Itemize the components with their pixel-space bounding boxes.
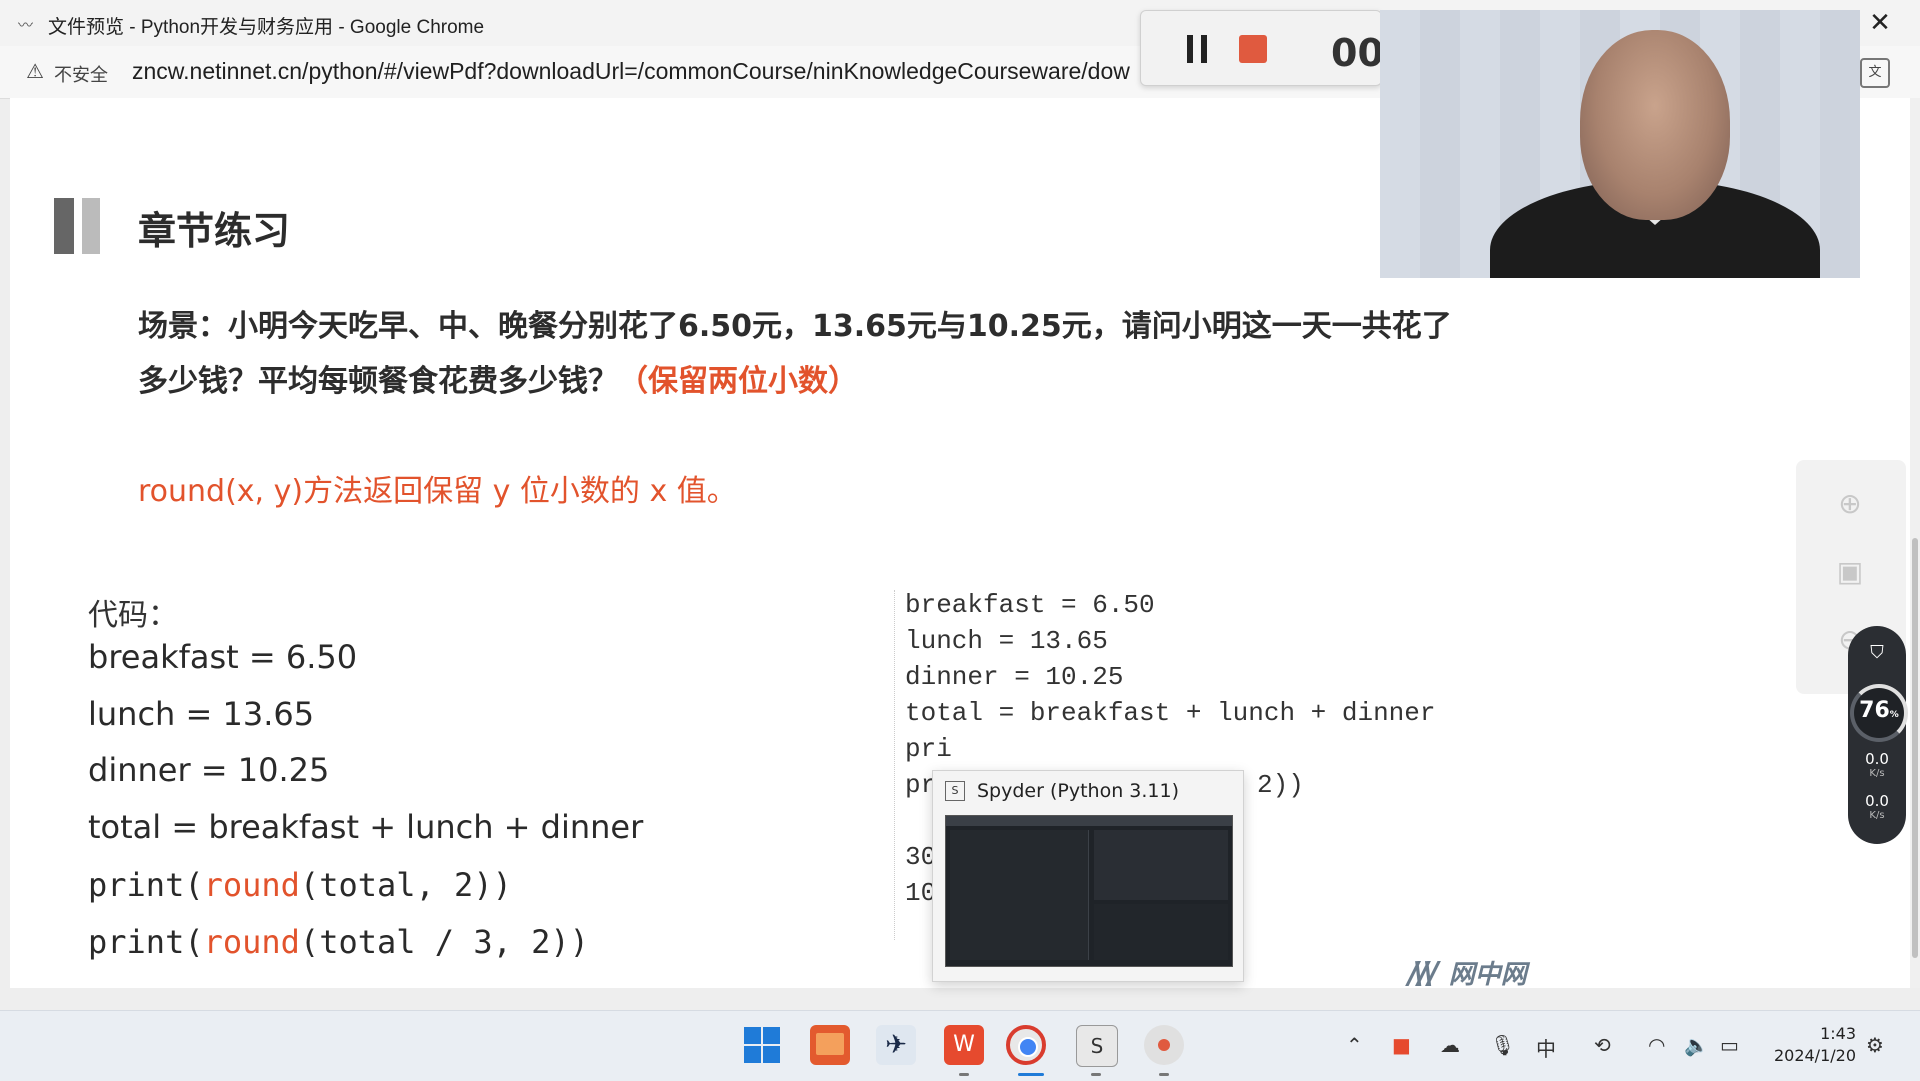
thumb-variables: [1094, 830, 1228, 900]
volume-icon[interactable]: 🔈: [1684, 1033, 1709, 1057]
zoom-in-icon[interactable]: ⊕: [1830, 484, 1870, 524]
warning-icon[interactable]: ⚠: [26, 59, 44, 83]
fit-page-icon[interactable]: ▣: [1830, 552, 1870, 592]
chrome-icon[interactable]: [1006, 1025, 1046, 1065]
meter-percent: 76%: [1854, 698, 1904, 723]
stop-icon[interactable]: [1239, 35, 1267, 63]
network-meter[interactable]: ⛉ 76% 0.0 K/s 0.0 K/s: [1848, 626, 1908, 844]
shield-icon: ⛉: [1870, 642, 1884, 663]
feishu-icon[interactable]: ✈: [876, 1025, 916, 1065]
scenario-question: 多少钱？平均每顿餐食花费多少钱？: [138, 364, 618, 399]
watermark-logo-icon: /\/\/: [1408, 956, 1439, 991]
microphone-icon[interactable]: 🎙: [1490, 1033, 1515, 1057]
sync-icon[interactable]: ⟲: [1594, 1033, 1611, 1057]
section-marker: [54, 198, 74, 254]
translate-icon[interactable]: 文: [1860, 58, 1890, 88]
ime-icon[interactable]: 中: [1536, 1033, 1556, 1062]
windows-start-icon[interactable]: [742, 1025, 782, 1065]
code-token: (total / 3, 2): [299, 923, 570, 961]
scenario-note: （保留两位小数）: [618, 364, 858, 399]
spyder-icon: S: [945, 781, 965, 801]
watermark-text: 网中网: [1448, 960, 1527, 990]
window-title: 文件预览 - Python开发与财务应用 - Google Chrome: [48, 17, 485, 38]
recorder-taskbar-icon[interactable]: [1144, 1025, 1184, 1065]
scenario-line-2: 多少钱？平均每顿餐食花费多少钱？（保留两位小数）: [138, 356, 858, 400]
code-line-print-total: print(round(total, 2)): [88, 866, 512, 904]
clock-date: 2024/1/20: [1773, 1046, 1856, 1065]
code-line: total = breakfast + lunch + dinner: [88, 808, 644, 846]
screen-recorder: 00: [1140, 10, 1384, 86]
upload-rate: 0.0: [1865, 750, 1889, 768]
code-fn: round: [203, 923, 300, 961]
recorder-timer: 00: [1331, 31, 1384, 75]
cloud-icon[interactable]: ☁: [1440, 1033, 1460, 1057]
console-line: pri: [905, 734, 952, 764]
code-line: dinner = 10.25: [88, 751, 330, 789]
code-token: ): [492, 866, 512, 904]
webcam-overlay: [1380, 10, 1860, 278]
code-fn: round: [203, 866, 300, 904]
spyder-preview[interactable]: S Spyder (Python 3.11): [932, 770, 1244, 982]
download-unit: K/s: [1869, 810, 1885, 821]
url-field[interactable]: zncw.netinnet.cn/python/#/viewPdf?downlo…: [132, 58, 1142, 85]
pause-icon[interactable]: [1187, 35, 1209, 63]
page-scrollbar[interactable]: [1910, 98, 1920, 988]
spyder-thumbnail[interactable]: [945, 815, 1233, 967]
download-rate: 0.0: [1865, 792, 1889, 810]
notification-icon[interactable]: ⚙: [1866, 1033, 1884, 1057]
wps-icon[interactable]: W: [944, 1025, 984, 1065]
scenario-line-1: 场景：小明今天吃早、中、晚餐分别花了6.50元，13.65元与10.25元，请问…: [138, 309, 1452, 344]
wifi-icon[interactable]: ◠: [1648, 1033, 1665, 1057]
code-block: 代码： breakfast = 6.50 lunch = 13.65 dinne…: [76, 590, 816, 990]
taskbar: ✈ W S ⌃ ■ ☁ 🎙 中 ⟲ ◠ 🔈 ▭ 1:43 2024/1/20 ⚙: [0, 1010, 1920, 1081]
scrollbar-thumb[interactable]: [1912, 538, 1918, 958]
watermark: /\/\/ 网中网: [1408, 954, 1527, 991]
code-line-print-avg: print(round(total / 3, 2)): [88, 923, 589, 961]
clock[interactable]: 1:43 2024/1/20: [1770, 1023, 1856, 1067]
presenter-head: [1580, 30, 1730, 220]
running-indicator: [959, 1073, 969, 1076]
thumb-console: [1094, 904, 1228, 960]
app-tray-icon[interactable]: ■: [1392, 1033, 1411, 1057]
console-line: total = breakfast + lunch + dinner: [905, 698, 1436, 728]
running-indicator: [1159, 1073, 1169, 1076]
spyder-taskbar-icon[interactable]: S: [1076, 1025, 1118, 1067]
round-hint: round(x, y)方法返回保留 y 位小数的 x 值。: [138, 474, 737, 509]
clock-time: 1:43: [1820, 1024, 1856, 1043]
code-line: lunch = 13.65: [88, 695, 315, 733]
code-label: 代码：: [88, 598, 178, 633]
spyder-title: Spyder (Python 3.11): [977, 780, 1179, 802]
thumb-editor: [950, 830, 1089, 960]
code-token: print(: [88, 923, 204, 961]
active-indicator: [1018, 1073, 1044, 1076]
running-indicator: [1091, 1073, 1101, 1076]
code-token: (total, 2): [299, 866, 493, 904]
console-line: lunch = 13.65: [905, 626, 1108, 656]
section-title: 章节练习: [138, 209, 291, 253]
console-line: dinner = 10.25: [905, 662, 1124, 692]
section-marker-light: [82, 198, 100, 254]
chevron-up-icon[interactable]: ⌃: [1346, 1033, 1363, 1057]
code-line: breakfast = 6.50: [88, 638, 358, 676]
upload-unit: K/s: [1869, 768, 1885, 779]
code-token: ): [569, 923, 589, 961]
close-icon[interactable]: ✕: [1860, 6, 1900, 40]
console-line: breakfast = 6.50: [905, 590, 1155, 620]
meter-percent-value: 76: [1859, 698, 1890, 723]
code-token: print(: [88, 866, 204, 904]
trend-icon: 〰: [18, 16, 34, 34]
console-line-tail: 2)): [1257, 770, 1304, 800]
battery-icon[interactable]: ▭: [1720, 1033, 1739, 1057]
security-label[interactable]: 不安全: [54, 61, 108, 87]
meter-percent-unit: %: [1889, 710, 1899, 720]
file-explorer-icon[interactable]: [810, 1025, 850, 1065]
thumb-toolbar: [946, 816, 1232, 826]
